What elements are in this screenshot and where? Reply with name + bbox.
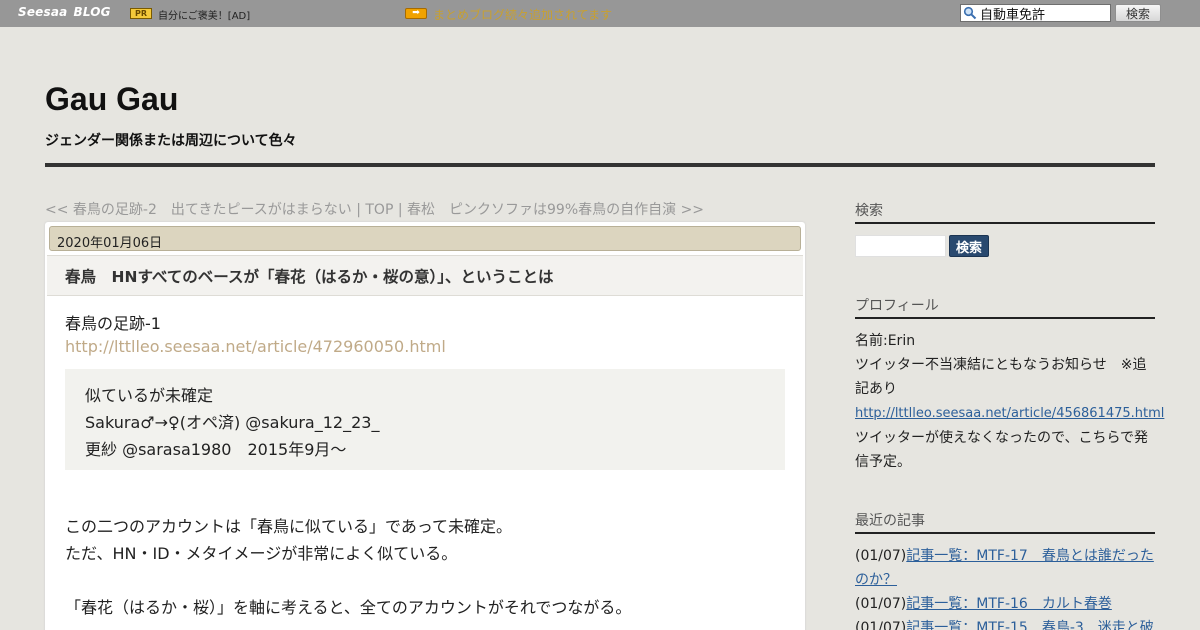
article-paragraph: ただ、HN・ID・メタイメージが非常によく似ている。	[65, 544, 458, 563]
profile-after: 信予定。	[855, 454, 911, 470]
article-card: 2020年01月06日 春鳥 HNすべてのベースが「春花（はるか・桜の意）」、と…	[45, 222, 805, 630]
pager-separator: |	[351, 202, 366, 218]
article-title-bar: 春鳥 HNすべてのベースが「春花（はるか・桜の意）」、ということは	[47, 255, 803, 296]
seesaa-blog-logo[interactable]: Seesaa BLOG	[18, 5, 111, 19]
logo-seesaa-text: Seesaa	[18, 5, 68, 19]
recent-article-date: (01/07)	[855, 548, 907, 564]
article-pager: << 春鳥の足跡-2 出てきたピースがはまらない | TOP | 春松 ピンクソ…	[45, 199, 704, 219]
article-paragraph: この二つのアカウントは「春鳥に似ている」であって未確定。	[65, 517, 513, 536]
top-search-button[interactable]: 検索	[1115, 4, 1161, 22]
quote-line: 似ているが未確定	[85, 386, 214, 405]
site-description: ジェンダー関係または周辺について色々	[45, 133, 297, 149]
profile-notice: ツイッター不当凍結にともなうお知らせ ※追	[855, 357, 1147, 373]
pr-ad-link[interactable]: 自分にご褒美！[AD]	[158, 7, 250, 22]
sidebar-recent-heading: 最近の記事	[855, 510, 1155, 534]
article-quote: 似ているが未確定 Sakura♂→♀(オペ済) @sakura_12_23_ 更…	[65, 369, 785, 470]
article-intro: 春鳥の足跡-1	[65, 314, 161, 333]
recent-article-link[interactable]: 記事一覧：MTF-17 春鳥とは誰だった	[906, 548, 1154, 564]
profile-name: 名前:Erin	[855, 333, 916, 349]
article-date: 2020年01月06日	[57, 236, 163, 251]
article-paragraph: 「春花（はるか・桜）」を軸に考えると、全てのアカウントがそれでつながる。	[65, 598, 632, 617]
recent-article-item: (01/07)記事一覧：MTF-15 春鳥-3 迷走と破	[855, 616, 1155, 630]
recent-article-link[interactable]: 記事一覧：MTF-16 カルト春巻	[906, 596, 1112, 612]
site-title[interactable]: Gau Gau	[45, 81, 178, 118]
quote-line: Sakura♂→♀(オペ済) @sakura_12_23_	[85, 413, 380, 432]
top-link[interactable]: TOP	[365, 202, 393, 218]
sidebar-profile-heading: プロフィール	[855, 295, 1155, 319]
article-date-bar: 2020年01月06日	[49, 226, 801, 251]
arrow-right-icon: ➡	[405, 8, 427, 19]
recent-article-item: (01/07)記事一覧：MTF-16 カルト春巻	[855, 592, 1155, 616]
pager-separator: |	[393, 202, 408, 218]
recent-article-date: (01/07)	[855, 596, 907, 612]
logo-blog-text: BLOG	[73, 5, 111, 19]
profile-after: ツイッターが使えなくなったので、こちらで発	[855, 430, 1149, 446]
sidebar-search-button[interactable]: 検索	[949, 235, 989, 257]
quote-line: 更紗 @sarasa1980 2015年9月～	[85, 440, 347, 459]
recent-article-link[interactable]: のか？	[855, 572, 897, 588]
sidebar-search-input[interactable]	[855, 235, 946, 257]
profile-content: 名前:Erin ツイッター不当凍結にともなうお知らせ ※追 記あり http:/…	[855, 329, 1164, 474]
recent-article-date: (01/07)	[855, 620, 907, 630]
profile-notice: 記あり	[855, 381, 897, 397]
pr-badge: PR	[130, 8, 152, 19]
recent-article-link[interactable]: 記事一覧：MTF-15 春鳥-3 迷走と破	[906, 620, 1154, 630]
sidebar-search-heading: 検索	[855, 200, 1155, 224]
top-bar: Seesaa BLOG PR 自分にご褒美！[AD] ➡ まとめブログ続々追加され…	[0, 0, 1200, 27]
article-title[interactable]: 春鳥 HNすべてのベースが「春花（はるか・桜の意）」、ということは	[65, 265, 553, 287]
top-search-input[interactable]	[980, 5, 1108, 21]
header-divider	[45, 163, 1155, 167]
news-link[interactable]: まとめブログ続々追加されてます	[433, 6, 612, 23]
search-icon	[963, 6, 977, 20]
next-article-link[interactable]: 春松 ピンクソファは99%春鳥の自作自演 >>	[407, 202, 704, 218]
article-intro-link[interactable]: http://lttlleo.seesaa.net/article/472960…	[65, 337, 446, 356]
prev-article-link[interactable]: << 春鳥の足跡-2 出てきたピースがはまらない	[45, 202, 352, 218]
recent-article-item: (01/07)記事一覧：MTF-17 春鳥とは誰だった のか？	[855, 544, 1155, 592]
top-search-box	[960, 4, 1111, 22]
profile-notice-link[interactable]: http://lttlleo.seesaa.net/article/456861…	[855, 406, 1164, 421]
